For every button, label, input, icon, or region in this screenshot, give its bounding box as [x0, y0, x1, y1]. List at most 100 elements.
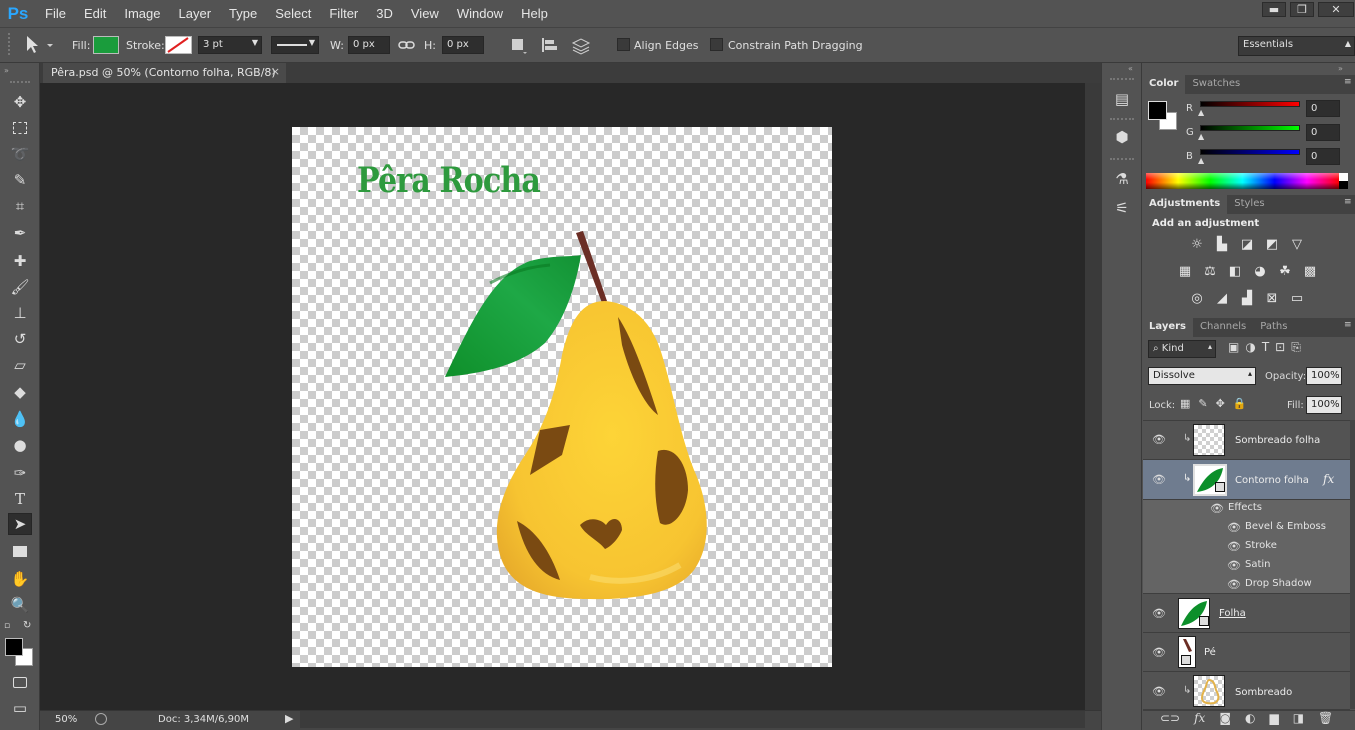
eye-icon[interactable]: 👁 [1227, 521, 1243, 534]
new-group-icon[interactable]: ▆ [1269, 711, 1278, 725]
status-info-icon[interactable] [95, 713, 107, 725]
layer-name[interactable]: Contorno folha [1235, 475, 1309, 486]
collapse-strip-icon[interactable]: « [1128, 64, 1133, 73]
menu-layer[interactable]: Layer [170, 6, 221, 21]
close-document-icon[interactable]: × [271, 65, 280, 78]
layer-name[interactable]: Sombreado folha [1235, 435, 1320, 446]
adjustment-filter-icon[interactable]: ◑ [1245, 340, 1255, 355]
layer-row-folha[interactable]: 👁 Folha [1143, 594, 1350, 633]
history-panel-icon[interactable]: ▤ [1110, 88, 1134, 110]
dodge-tool-icon[interactable]: ● [8, 434, 32, 456]
color-spectrum-bar[interactable] [1146, 173, 1339, 189]
menu-select[interactable]: Select [266, 6, 320, 21]
panel-menu-icon[interactable]: ≡ [1344, 197, 1352, 207]
vibrance-icon[interactable]: ▽ [1287, 236, 1307, 252]
color-balance-icon[interactable]: ⚖ [1200, 263, 1220, 279]
eye-icon[interactable]: 👁 [1152, 646, 1168, 659]
delete-layer-icon[interactable]: 🗑 [1318, 711, 1333, 725]
path-selection-tool-icon[interactable]: ➤ [8, 513, 32, 535]
green-slider[interactable] [1200, 125, 1300, 131]
eye-icon[interactable]: 👁 [1152, 473, 1168, 486]
layer-filter-dropdown[interactable]: ⌕ Kind ▴ [1148, 340, 1216, 358]
layer-name[interactable]: Folha [1219, 608, 1246, 619]
effect-stroke[interactable]: Stroke [1245, 540, 1277, 551]
gradient-map-icon[interactable]: ▭ [1287, 290, 1307, 306]
menu-edit[interactable]: Edit [75, 6, 115, 21]
red-slider-handle[interactable]: ▲ [1198, 108, 1204, 117]
constrain-path-checkbox[interactable] [710, 38, 723, 51]
zoom-tool-icon[interactable]: 🔍 [8, 594, 32, 616]
eye-icon[interactable]: 👁 [1227, 578, 1243, 591]
lock-position-icon[interactable]: ✥ [1216, 397, 1225, 410]
green-value-field[interactable]: 0 [1306, 124, 1340, 141]
close-window-button[interactable]: ✕ [1318, 2, 1354, 17]
tab-swatches[interactable]: Swatches [1185, 75, 1247, 94]
link-layers-icon[interactable]: ⊂⊃ [1160, 711, 1180, 725]
blue-slider-handle[interactable]: ▲ [1198, 156, 1204, 165]
path-arrangement-icon[interactable] [570, 35, 592, 55]
eyedropper-tool-icon[interactable]: ✒ [8, 222, 32, 244]
hue-saturation-icon[interactable]: ▦ [1175, 263, 1195, 279]
eye-icon[interactable]: 👁 [1152, 433, 1168, 446]
stroke-type-dropdown[interactable]: ▼ [271, 36, 319, 54]
channel-mixer-icon[interactable]: ☘ [1275, 263, 1295, 279]
tab-color[interactable]: Color [1142, 75, 1186, 94]
paint-bucket-tool-icon[interactable]: ◆ [8, 381, 32, 403]
minimize-button[interactable]: ▬ [1262, 2, 1286, 17]
quick-mask-icon[interactable] [8, 671, 32, 693]
effect-drop-shadow[interactable]: Drop Shadow [1245, 578, 1312, 589]
posterize-icon[interactable]: ◢ [1212, 290, 1232, 306]
menu-filter[interactable]: Filter [320, 6, 367, 21]
shape-filter-icon[interactable]: ⊡ [1275, 340, 1285, 355]
restore-button[interactable]: ❐ [1290, 2, 1314, 17]
path-selection-tool-preset-icon[interactable] [22, 34, 56, 54]
fx-badge[interactable]: fx [1323, 472, 1334, 486]
tab-layers[interactable]: Layers [1142, 318, 1193, 337]
pixel-filter-icon[interactable]: ▣ [1228, 340, 1239, 355]
new-adjustment-layer-icon[interactable]: ◐ [1245, 711, 1255, 725]
vertical-scrollbar[interactable] [1085, 83, 1101, 710]
horizontal-scrollbar[interactable] [300, 711, 1085, 728]
layer-row-pe[interactable]: 👁 Pé [1143, 633, 1350, 672]
threshold-icon[interactable]: ▟ [1237, 290, 1257, 306]
blur-tool-icon[interactable]: 💧 [8, 408, 32, 430]
marquee-tool-icon[interactable] [8, 117, 32, 139]
default-colors-icon[interactable]: ▫ [4, 621, 10, 631]
menu-file[interactable]: File [36, 6, 75, 21]
type-tool-icon[interactable]: T [8, 488, 32, 510]
blue-slider[interactable] [1200, 149, 1300, 155]
tab-paths[interactable]: Paths [1253, 318, 1294, 337]
eye-icon[interactable]: 👁 [1210, 502, 1226, 515]
color-lookup-icon[interactable]: ▩ [1300, 263, 1320, 279]
layer-row-sombreado[interactable]: 👁 ↳ Sombreado [1143, 672, 1350, 710]
red-value-field[interactable]: 0 [1306, 100, 1340, 117]
collapse-tools-icon[interactable]: » [4, 66, 9, 75]
add-mask-icon[interactable]: ◙ [1219, 711, 1231, 725]
menu-view[interactable]: View [402, 6, 448, 21]
selective-color-icon[interactable]: ⊠ [1262, 290, 1282, 306]
move-tool-icon[interactable]: ✥ [8, 91, 32, 113]
quick-selection-tool-icon[interactable]: ✎ [8, 169, 32, 191]
spectrum-black-swatch[interactable] [1339, 181, 1348, 189]
type-filter-icon[interactable]: T [1262, 340, 1269, 355]
height-field[interactable]: 0 px [442, 36, 484, 54]
black-white-icon[interactable]: ◧ [1225, 263, 1245, 279]
opacity-field[interactable]: 100% [1306, 367, 1342, 385]
lock-transparent-icon[interactable]: ▦ [1180, 397, 1190, 410]
color-foreground-swatch[interactable] [1148, 101, 1167, 120]
tool-presets-icon[interactable]: ⚟ [1110, 197, 1134, 219]
menu-window[interactable]: Window [448, 6, 512, 21]
tab-channels[interactable]: Channels [1193, 318, 1253, 337]
lock-all-icon[interactable]: 🔒 [1233, 397, 1247, 410]
add-layer-style-icon[interactable]: fx [1194, 711, 1205, 725]
menu-type[interactable]: Type [220, 6, 266, 21]
brightness-contrast-icon[interactable]: ☼ [1187, 236, 1207, 252]
stroke-width-field[interactable]: 3 pt ▼ [198, 36, 262, 54]
tab-adjustments[interactable]: Adjustments [1142, 195, 1228, 214]
status-menu-arrow-icon[interactable]: ▶ [285, 712, 293, 725]
menu-image[interactable]: Image [115, 6, 169, 21]
swap-colors-icon[interactable]: ↻ [23, 620, 31, 631]
panel-menu-icon[interactable]: ≡ [1344, 320, 1352, 330]
layer-row-contorno-folha[interactable]: 👁 ↳ Contorno folha fx [1143, 460, 1350, 500]
eraser-tool-icon[interactable]: ▱ [8, 354, 32, 376]
